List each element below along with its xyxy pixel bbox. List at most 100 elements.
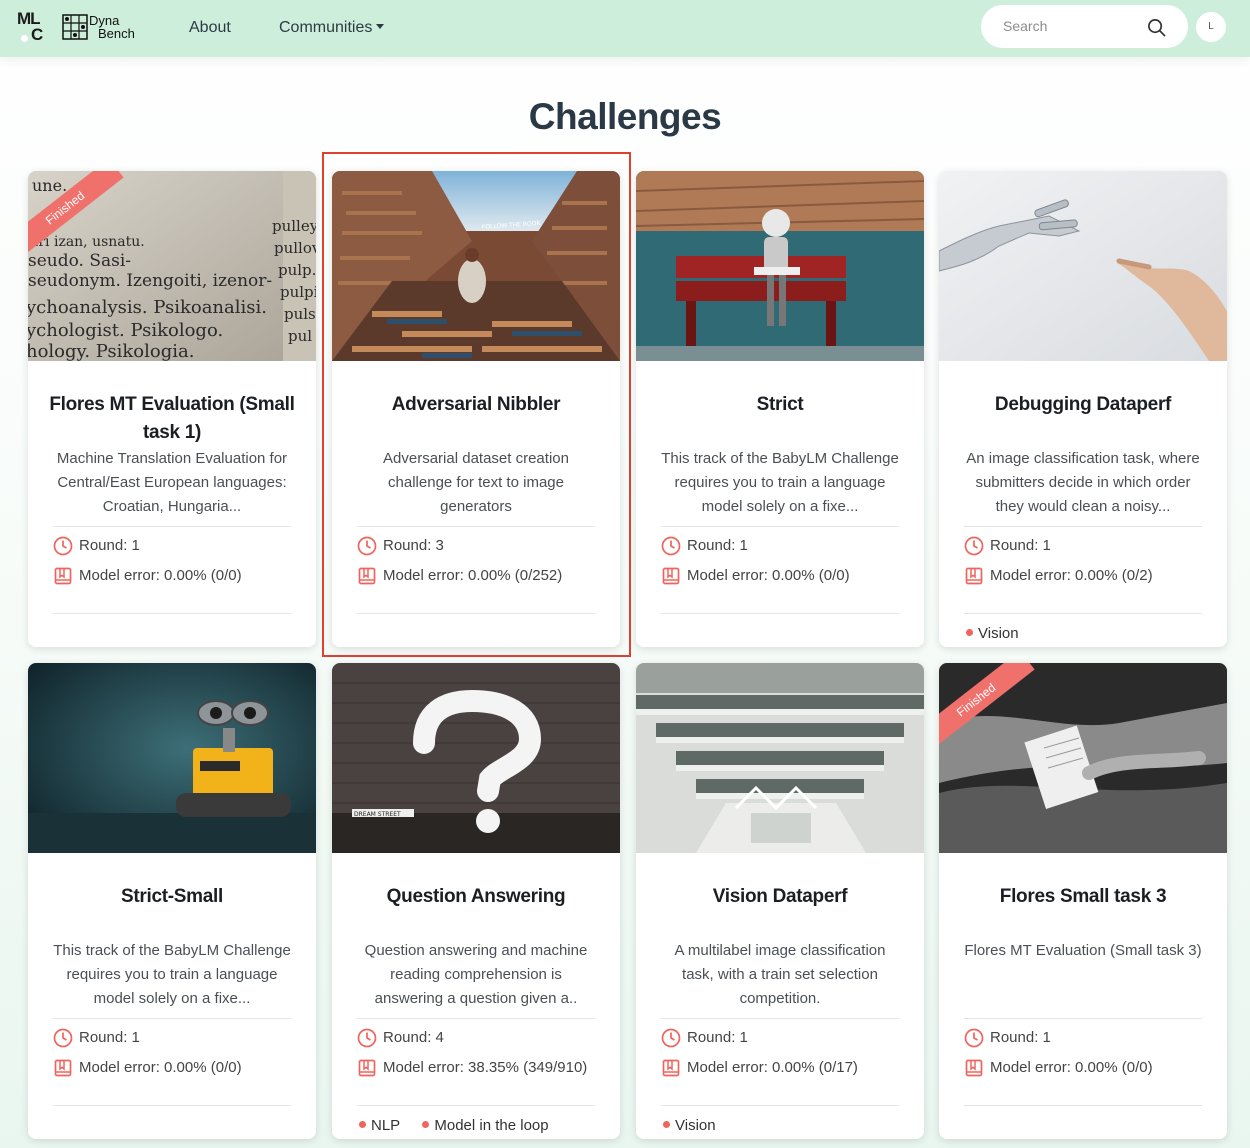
divider <box>53 1018 291 1019</box>
challenge-card-strict[interactable]: Strict This track of the BabyLM Challeng… <box>636 171 924 647</box>
divider <box>357 526 595 527</box>
book-word-5: ychologist. Psikologo. <box>28 320 223 341</box>
book-icon <box>358 1059 376 1077</box>
challenge-card-flores-mt-small-task-1[interactable]: une. ari izan, usnatu. seudo. Sasi- seud… <box>28 171 316 647</box>
round-text: Round: 3 <box>383 537 444 554</box>
round-text: Round: 1 <box>990 1029 1051 1046</box>
card-image-question-mark-wall: DREAM STREET <box>332 663 620 853</box>
nav-communities-dropdown[interactable]: Communities <box>279 19 385 37</box>
model-error-text: Model error: 0.00% (0/0) <box>687 567 850 584</box>
clock-icon <box>357 536 377 556</box>
card-title[interactable]: Debugging Dataperf <box>959 391 1207 419</box>
card-image-walle-toy <box>28 663 316 853</box>
divider <box>53 526 291 527</box>
card-description-text: This track of the BabyLM Challenge requi… <box>53 942 291 1007</box>
round-text: Round: 1 <box>79 1029 140 1046</box>
card-image-dictionary: une. ari izan, usnatu. seudo. Sasi- seud… <box>28 171 316 361</box>
challenge-card-flores-small-task-3[interactable]: Finished Flores Small task 3 Flores MT E… <box>939 663 1227 1139</box>
dynabench-logo[interactable]: Dyna Bench <box>62 13 142 41</box>
tag-dot <box>422 1121 430 1128</box>
search-icon[interactable] <box>1147 18 1166 37</box>
round-text: Round: 1 <box>687 1029 748 1046</box>
round-text: Round: 1 <box>79 537 140 554</box>
model-error-text: Model error: 0.00% (0/252) <box>383 567 563 584</box>
book-icon <box>54 567 72 585</box>
book-icon <box>965 1059 983 1077</box>
tag-label: NLP <box>371 1117 401 1134</box>
card-title[interactable]: Strict <box>656 391 904 419</box>
nav-about-link[interactable]: About <box>189 19 231 37</box>
tag-dot <box>359 1121 366 1128</box>
card-description-text: A multilabel image classification task, … <box>674 942 886 1007</box>
card-description: Adversarial dataset creation challenge f… <box>354 447 598 519</box>
clock-icon <box>661 1028 681 1048</box>
wall-sign-text: DREAM STREET <box>354 811 401 818</box>
round-text: Round: 1 <box>687 537 748 554</box>
logo-dot <box>21 35 28 42</box>
round-text: Round: 1 <box>990 537 1051 554</box>
divider <box>661 1105 899 1106</box>
card-description: A multilabel image classification task, … <box>658 939 902 1011</box>
card-title[interactable]: Flores Small task 3 <box>959 883 1207 911</box>
mlcommons-logo[interactable]: ML C <box>17 9 47 47</box>
card-title[interactable]: Vision Dataperf <box>656 883 904 911</box>
card-title[interactable]: Strict-Small <box>48 883 296 911</box>
divider <box>661 613 899 614</box>
card-description: Flores MT Evaluation (Small task 3) <box>961 939 1205 963</box>
card-description: Machine Translation Evaluation for Centr… <box>50 447 294 519</box>
challenge-card-strict-small[interactable]: Strict-Small This track of the BabyLM Ch… <box>28 663 316 1139</box>
tag-label: Model in the loop <box>434 1117 549 1134</box>
divider <box>964 526 1202 527</box>
logo-text-c: C <box>31 25 44 44</box>
card-image-books-street: FOLLOW THE ROOK <box>332 171 620 361</box>
tag-dot <box>663 1121 670 1128</box>
challenge-card-debugging-dataperf[interactable]: Debugging Dataperf An image classificati… <box>939 171 1227 647</box>
card-title[interactable]: Flores MT Evaluation (Small task 1) <box>48 391 296 447</box>
card-description-text: Flores MT Evaluation (Small task 3) <box>964 942 1202 959</box>
nav-communities-label: Communities <box>279 19 373 36</box>
challenge-card-vision-dataperf[interactable]: Vision Dataperf A multilabel image class… <box>636 663 924 1139</box>
clock-icon <box>964 536 984 556</box>
model-error-text: Model error: 0.00% (0/0) <box>990 1059 1153 1076</box>
tag-dot <box>966 629 973 636</box>
card-description: This track of the BabyLM Challenge requi… <box>658 447 902 519</box>
tag-nlp[interactable]: NLP <box>359 1117 400 1134</box>
model-error-text: Model error: 38.35% (349/910) <box>383 1059 588 1076</box>
tag-vision[interactable]: Vision <box>966 625 1019 642</box>
search-input[interactable] <box>1003 16 1143 36</box>
book-side-5: pul <box>288 327 312 345</box>
divider <box>53 1105 291 1106</box>
round-text: Round: 4 <box>383 1029 444 1046</box>
book-side-2: pulp. <box>278 261 316 279</box>
top-navbar: ML C Dyna Bench About Communities L <box>0 0 1250 57</box>
clock-icon <box>357 1028 377 1048</box>
card-image-hands-paper: Finished <box>939 663 1227 853</box>
divider <box>661 1018 899 1019</box>
caret-down-icon <box>376 24 385 29</box>
book-side-1: pullov <box>274 239 316 257</box>
model-error-text: Model error: 0.00% (0/17) <box>687 1059 858 1076</box>
model-error-text: Model error: 0.00% (0/0) <box>79 567 242 584</box>
book-word-6: hology. Psikologia. <box>28 341 194 361</box>
card-description-text: Question answering and machine reading c… <box>364 942 588 1007</box>
tag-list: Vision <box>966 625 1037 642</box>
card-title[interactable]: Adversarial Nibbler <box>352 391 600 419</box>
challenge-card-adversarial-nibbler[interactable]: FOLLOW THE ROOK Adversarial Nibbler Adve… <box>332 171 620 647</box>
dynabench-grid-icon <box>62 14 88 40</box>
user-avatar[interactable]: L <box>1196 12 1226 42</box>
divider <box>964 1018 1202 1019</box>
tag-list: Vision <box>663 1117 734 1134</box>
book-word-0: une. <box>32 176 67 195</box>
card-description: Question answering and machine reading c… <box>354 939 598 1011</box>
card-description: This track of the BabyLM Challenge requi… <box>50 939 294 1011</box>
tag-vision[interactable]: Vision <box>663 1117 716 1134</box>
tag-model-in-the-loop[interactable]: Model in the loop <box>422 1117 549 1134</box>
book-icon <box>54 1059 72 1077</box>
search-box <box>981 5 1188 48</box>
book-side-0: pulley <box>272 217 316 235</box>
card-title[interactable]: Question Answering <box>352 883 600 911</box>
clock-icon <box>661 536 681 556</box>
book-side-3: pulpi <box>280 283 316 301</box>
book-icon <box>662 1059 680 1077</box>
challenge-card-question-answering[interactable]: DREAM STREET Question Answering Question… <box>332 663 620 1139</box>
